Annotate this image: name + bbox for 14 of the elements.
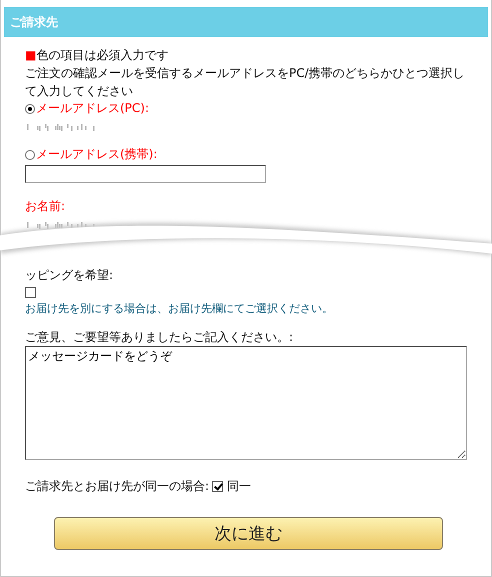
comment-field[interactable]: メッセージカードをどうぞ xyxy=(25,346,467,460)
instructions-text: ご注文の確認メールを受信するメールアドレスをPC/携帯のどちらかひとつ選択して入力してください xyxy=(25,65,466,100)
section-header: ご請求先 xyxy=(4,7,488,37)
delivery-note: お届け先を別にする場合は、お届け先欄にてご選択ください。 xyxy=(25,301,334,317)
field-label: メールアドレス(携帯): xyxy=(36,146,158,163)
field-label: ご意見、ご要望等ありましたらご記入ください。: xyxy=(25,329,294,346)
field-label: ご請求先とお届け先が同一の場合: xyxy=(25,478,210,495)
field-label: お名前: xyxy=(25,198,66,215)
checkbox-label: 同一 xyxy=(227,478,252,495)
field-label: メールアドレス(PC): xyxy=(36,100,150,117)
required-note: 色の項目は必須入力です xyxy=(36,47,168,64)
required-marker: ■ xyxy=(25,47,36,64)
field-label: ッピングを希望: xyxy=(25,267,114,284)
next-button[interactable]: 次に進む xyxy=(54,517,443,550)
